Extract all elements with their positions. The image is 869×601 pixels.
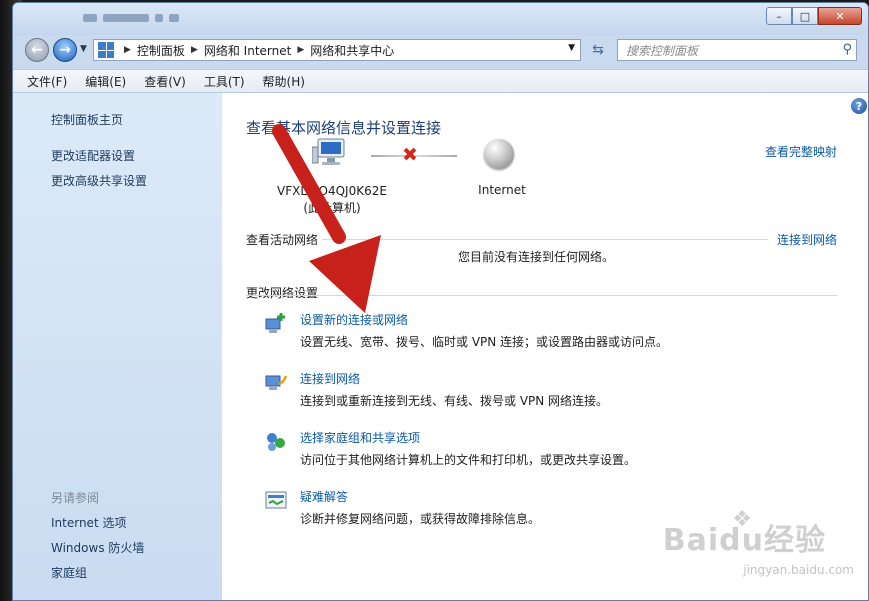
connect-network-icon (265, 375, 288, 390)
refresh-icon: ⇆ (592, 42, 604, 58)
search-input[interactable]: 搜索控制面板 ⚲ (617, 39, 857, 61)
baidu-watermark-url: jingyan.baidu.com (743, 563, 854, 577)
navigation-bar: ← → ▼ ▶ 控制面板 ▶ 网络和 Internet ▶ 网络和共享中心 ▼ … (13, 35, 868, 67)
computer-name: VFXL 5O4QJ0K62E (此计算机) (272, 183, 392, 217)
menu-bar: 文件(F) 编辑(E) 查看(V) 工具(T) 帮助(H) (13, 69, 868, 93)
task-link-new-connection[interactable]: 设置新的连接或网络 (300, 311, 408, 328)
sidebar-item-homegroup[interactable]: 家庭组 (51, 564, 87, 581)
menu-tools[interactable]: 工具(T) (204, 73, 245, 90)
task-link-homegroup[interactable]: 选择家庭组和共享选项 (300, 429, 420, 446)
view-full-map-link[interactable]: 查看完整映射 (765, 143, 837, 160)
breadcrumb-network-sharing-center[interactable]: 网络和共享中心 (310, 42, 394, 59)
computer-name-line1: VFXL 5O4QJ0K62E (277, 184, 387, 198)
breadcrumb: ▶ 控制面板 ▶ 网络和 Internet ▶ 网络和共享中心 (118, 42, 394, 59)
new-connection-icon (265, 313, 285, 333)
computer-icon[interactable] (312, 137, 350, 169)
task-link-connect-network[interactable]: 连接到网络 (300, 370, 360, 387)
window-controls: – □ ✕ (766, 7, 862, 25)
task-desc-new-connection: 设置无线、宽带、拨号、临时或 VPN 连接；或设置路由器或访问点。 (300, 335, 669, 349)
menu-view[interactable]: 查看(V) (144, 73, 186, 90)
maximize-button[interactable]: □ (792, 7, 818, 25)
network-sharing-center-window: – □ ✕ ← → ▼ ▶ 控制面板 ▶ 网络和 Internet ▶ 网络和共… (12, 2, 869, 601)
troubleshoot-icon (265, 491, 287, 509)
active-networks-heading: 查看活动网络 (246, 233, 319, 247)
disconnected-x-icon[interactable]: ✖ (402, 144, 418, 166)
breadcrumb-separator-icon[interactable]: ▶ (191, 45, 198, 55)
section-divider (322, 239, 768, 240)
sidebar-item-control-panel-home[interactable]: 控制面板主页 (51, 111, 123, 128)
homegroup-icon (267, 433, 285, 451)
baidu-watermark: Baidu经验 (662, 523, 826, 558)
address-bar[interactable]: ▶ 控制面板 ▶ 网络和 Internet ▶ 网络和共享中心 ▼ (93, 39, 581, 61)
recent-pages-dropdown[interactable]: ▼ (80, 44, 87, 54)
section-divider (246, 295, 837, 296)
search-placeholder: 搜索控制面板 (626, 43, 699, 58)
see-also-heading: 另请参阅 (51, 491, 100, 505)
forward-button[interactable]: → (53, 38, 77, 62)
page-title: 查看基本网络信息并设置连接 (246, 119, 442, 137)
title-bar[interactable]: – □ ✕ (13, 3, 868, 35)
internet-globe-icon[interactable] (484, 139, 514, 169)
breadcrumb-separator-icon[interactable]: ▶ (297, 45, 304, 55)
arrow-right-icon: → (59, 42, 71, 58)
sidebar-item-windows-firewall[interactable]: Windows 防火墙 (51, 539, 144, 556)
task-desc-homegroup: 访问位于其他网络计算机上的文件和打印机，或更改共享设置。 (300, 453, 637, 467)
connect-to-network-link[interactable]: 连接到网络 (777, 231, 837, 248)
task-sidebar: 控制面板主页 更改适配器设置 更改高级共享设置 另请参阅 Internet 选项… (13, 93, 222, 600)
breadcrumb-separator-icon: ▶ (124, 45, 131, 55)
breadcrumb-control-panel[interactable]: 控制面板 (137, 42, 185, 59)
minimize-button[interactable]: – (766, 7, 792, 25)
control-panel-icon (98, 42, 114, 58)
internet-label: Internet (478, 183, 526, 197)
refresh-button[interactable]: ⇆ (587, 39, 609, 61)
title-bar-blur (83, 11, 233, 25)
back-button[interactable]: ← (25, 38, 49, 62)
arrow-left-icon: ← (31, 42, 43, 58)
task-desc-connect-network: 连接到或重新连接到无线、有线、拨号或 VPN 网络连接。 (300, 394, 609, 408)
menu-file[interactable]: 文件(F) (27, 73, 67, 90)
search-icon[interactable]: ⚲ (842, 42, 852, 57)
menu-edit[interactable]: 编辑(E) (85, 73, 126, 90)
task-link-troubleshoot[interactable]: 疑难解答 (300, 488, 348, 505)
breadcrumb-network-internet[interactable]: 网络和 Internet (204, 42, 291, 59)
sidebar-item-internet-options[interactable]: Internet 选项 (51, 514, 126, 531)
no-connection-text: 您目前没有连接到任何网络。 (458, 250, 615, 264)
computer-name-line2: (此计算机) (303, 201, 361, 215)
help-icon[interactable]: ? (851, 98, 867, 114)
sidebar-item-adapter-settings[interactable]: 更改适配器设置 (51, 147, 135, 164)
sidebar-item-advanced-sharing[interactable]: 更改高级共享设置 (51, 172, 147, 189)
change-settings-heading: 更改网络设置 (246, 286, 319, 300)
address-dropdown-icon[interactable]: ▼ (568, 43, 575, 53)
menu-help[interactable]: 帮助(H) (263, 73, 305, 90)
close-button[interactable]: ✕ (818, 7, 862, 25)
task-desc-troubleshoot: 诊断并修复网络问题，或获得故障排除信息。 (300, 512, 541, 526)
chevron-down-icon: ▼ (80, 44, 87, 54)
